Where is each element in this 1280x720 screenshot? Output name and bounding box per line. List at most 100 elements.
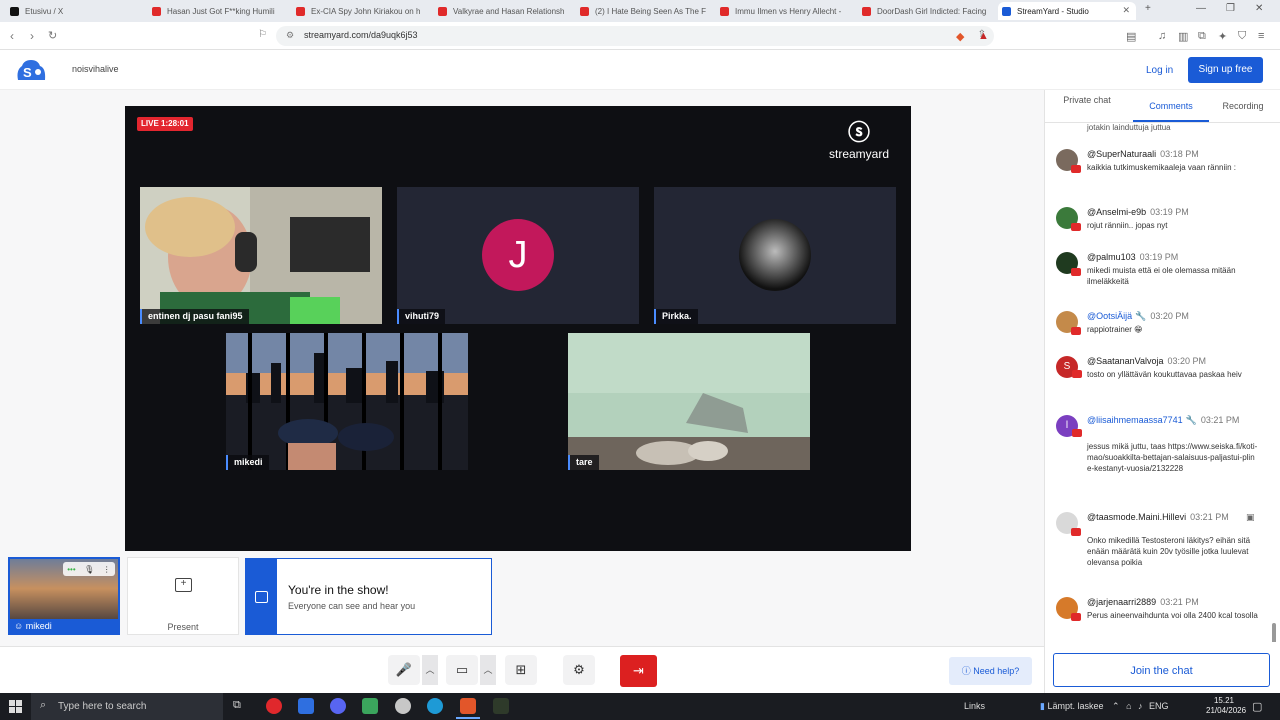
browser-tab[interactable]: Hasan Just Got F**king Humili — [148, 2, 288, 20]
show-status-subtitle: Everyone can see and hear you — [288, 601, 416, 611]
youtube-favicon-icon — [720, 6, 729, 16]
brave-shield-icon[interactable]: ◆ — [956, 30, 964, 43]
new-tab-button[interactable]: + — [1145, 3, 1151, 14]
streamyard-logo-icon: S — [17, 60, 46, 80]
edge-app-icon[interactable] — [427, 698, 443, 714]
url-field[interactable]: ⚙ streamyard.com/da9uqk6j53 ⇪ — [276, 26, 994, 46]
comment-author: @SaatananValvoja 03:20 PM — [1087, 356, 1206, 366]
join-chat-button[interactable]: Join the chat — [1053, 653, 1270, 687]
settings-button[interactable]: ⚙ — [563, 655, 595, 685]
present-card[interactable]: + Present — [127, 557, 239, 635]
host-name: noisvihalive — [72, 64, 119, 74]
comment-username: @SaatananValvoja — [1087, 356, 1164, 366]
weather-text[interactable]: Lämpt. laskee — [1047, 701, 1103, 711]
mic-options-caret[interactable]: ︿ — [422, 655, 438, 685]
brave-rewards-icon[interactable]: ▲ — [978, 30, 989, 42]
share-screen-button[interactable]: ⊞ — [505, 655, 537, 685]
comment-avatar — [1056, 311, 1081, 335]
browser-tab[interactable]: DoorDash Girl Indicted: Facing — [858, 2, 994, 20]
bookmark-icon[interactable]: ⚐ — [258, 29, 267, 40]
tab-close-icon[interactable]: ✕ — [1122, 5, 1130, 16]
forward-icon[interactable]: › — [30, 29, 34, 43]
tray-chevron-icon[interactable]: ⌃ — [1112, 701, 1120, 711]
comment-time: 03:21 PM — [1160, 597, 1199, 607]
back-icon[interactable]: ‹ — [10, 29, 14, 43]
url-text: streamyard.com/da9uqk6j53 — [304, 30, 418, 40]
participant-tile[interactable]: tare — [568, 333, 810, 470]
participant-name: entinen dj pasu fani95 — [140, 309, 249, 324]
close-window-button[interactable]: ✕ — [1255, 3, 1263, 14]
vpn-icon[interactable]: ⛉ — [1238, 30, 1246, 43]
signup-button[interactable]: Sign up free — [1188, 57, 1263, 83]
site-info-icon[interactable]: ⚙ — [286, 30, 294, 41]
chat-scrollbar[interactable] — [1272, 623, 1276, 642]
self-preview[interactable]: ••• 🎙 ⋮ ☺ mikedi — [8, 557, 120, 635]
restore-button[interactable]: ❐ — [1226, 3, 1235, 14]
comment-item: @palmu103 03:19 PM mikedi muista että ei … — [1045, 252, 1270, 302]
taskbar-search[interactable]: ⌕ Type here to search — [31, 693, 223, 720]
extensions-icon[interactable]: ⧉ — [1198, 30, 1206, 43]
sidebar-icon[interactable]: ▥ — [1178, 30, 1188, 43]
participant-tile[interactable]: J vihuti79 — [397, 187, 639, 324]
browser-tab-active[interactable]: StreamYard - Studio ✕ — [998, 2, 1136, 20]
mic-icon[interactable]: 🎙 — [84, 565, 94, 574]
windows-start-icon[interactable] — [9, 700, 22, 713]
comment-text: rojut ränniin.. jopas nyt — [1087, 221, 1168, 230]
media-icon[interactable]: ♫ — [1158, 30, 1166, 42]
app-icon[interactable] — [395, 698, 411, 714]
app-icon[interactable] — [493, 698, 509, 714]
tab-recording[interactable]: Recording — [1215, 90, 1271, 122]
comment-username: @liisaihmemaassa7741 — [1087, 415, 1183, 425]
comment-item: @SuperNaturaali 03:18 PM kaikkia tutkimus… — [1045, 149, 1270, 199]
browser-tab[interactable]: Valkyrae and Hasan Relationsh — [434, 2, 574, 20]
menu-icon[interactable]: ≡ — [1258, 30, 1264, 42]
leo-ai-icon[interactable]: ✦ — [1218, 30, 1227, 43]
volume-icon[interactable]: ♪ — [1138, 701, 1143, 711]
task-view-icon[interactable]: ⧉ — [233, 699, 241, 712]
leave-icon: ⇥ — [633, 663, 644, 678]
browser-tab[interactable]: Immu Ilmen vs Henry Allecht - — [716, 2, 856, 20]
comment-avatar — [1056, 149, 1081, 173]
taskbar-search-placeholder: Type here to search — [58, 701, 147, 712]
login-link[interactable]: Log in — [1146, 65, 1173, 76]
camera-options-caret[interactable]: ︿ — [480, 655, 496, 685]
network-icon[interactable]: ⌂ — [1126, 701, 1131, 711]
reader-mode-icon[interactable]: ▤ — [1126, 30, 1136, 43]
participant-tile[interactable]: entinen dj pasu fani95 — [140, 187, 382, 324]
participant-tile[interactable]: Pirkka. — [654, 187, 896, 324]
language-indicator[interactable]: ENG — [1149, 701, 1169, 711]
tab-private-chat[interactable]: Private chat — [1059, 90, 1115, 122]
app-icon[interactable] — [298, 698, 314, 714]
comment-list[interactable]: jotakin lainduttuja juttua @SuperNaturaa… — [1045, 122, 1280, 642]
more-options-icon[interactable]: ⋮ — [103, 565, 111, 574]
notifications-icon[interactable]: ▢ — [1252, 700, 1262, 713]
leave-studio-button[interactable]: ⇥ — [620, 655, 657, 687]
windows-taskbar: ⌕ Type here to search ⧉ Links ▮ Lämpt. l… — [0, 693, 1280, 720]
comment-username: @taasmode.Maini.Hillevi — [1087, 512, 1187, 522]
app-icon[interactable] — [362, 698, 378, 714]
tab-comments[interactable]: Comments — [1133, 90, 1209, 122]
taskbar-clock[interactable]: 15.21 21/04/2026 — [1206, 696, 1246, 716]
links-toolbar[interactable]: Links — [964, 701, 985, 711]
highlight-comment-icon[interactable]: ▣ — [1246, 512, 1255, 523]
reload-icon[interactable]: ↻ — [48, 29, 57, 42]
brand-name: streamyard — [828, 147, 890, 161]
camera-button[interactable]: ▭ — [446, 655, 478, 685]
browser-tab[interactable]: Ex-CIA Spy John Kiriakou on h — [292, 2, 432, 20]
mic-button[interactable]: 🎤 — [388, 655, 420, 685]
browser-tab[interactable]: (2) I Hate Being Seen As The F — [576, 2, 716, 20]
browser-tab[interactable]: Etusivu / X — [6, 2, 144, 20]
discord-app-icon[interactable] — [330, 698, 346, 714]
opera-app-icon[interactable] — [266, 698, 282, 714]
participant-name: tare — [568, 455, 599, 470]
present-icon: + — [175, 578, 192, 592]
x-favicon-icon — [10, 6, 19, 16]
tab-label: StreamYard - Studio — [1017, 6, 1089, 16]
brave-app-icon[interactable] — [460, 698, 476, 714]
participant-tile[interactable]: mikedi — [226, 333, 468, 470]
comment-text: jotakin lainduttuja juttua — [1087, 123, 1171, 132]
minimize-button[interactable]: — — [1196, 3, 1206, 14]
need-help-button[interactable]: ⓘ Need help? — [949, 657, 1032, 685]
webcam-feed — [568, 333, 810, 470]
comment-text: Onko mikedillä Testosteroni läkitys? eih… — [1087, 536, 1251, 567]
